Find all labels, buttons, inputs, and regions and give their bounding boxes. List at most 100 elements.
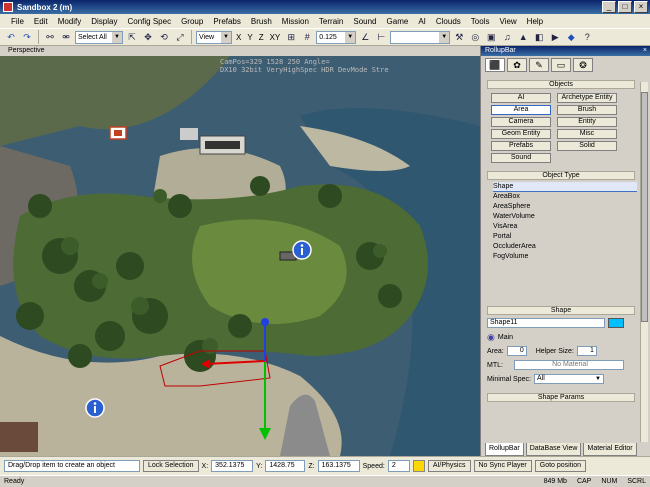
axis-x-button[interactable]: X bbox=[234, 33, 243, 42]
close-button[interactable]: × bbox=[634, 1, 648, 13]
axis-z-button[interactable]: Z bbox=[257, 33, 266, 42]
tab-material-editor[interactable]: Material Editor bbox=[583, 443, 637, 456]
object-type-section-header[interactable]: Object Type bbox=[487, 171, 635, 180]
select-icon[interactable]: ⇱ bbox=[125, 30, 139, 44]
menu-edit[interactable]: Edit bbox=[29, 17, 53, 26]
z-coord-input[interactable]: 163.1375 bbox=[317, 460, 360, 472]
menu-tools[interactable]: Tools bbox=[466, 17, 495, 26]
object-geom-entity-button[interactable]: Geom Entity bbox=[491, 129, 551, 139]
list-item[interactable]: Portal bbox=[493, 232, 637, 242]
object-prefabs-button[interactable]: Prefabs bbox=[491, 141, 551, 151]
rollup-scrollbar[interactable] bbox=[640, 82, 648, 442]
menu-view[interactable]: View bbox=[494, 17, 521, 26]
object-misc-button[interactable]: Misc bbox=[557, 129, 617, 139]
display-tab-icon[interactable]: ▭ bbox=[551, 58, 571, 72]
lock-selection-button[interactable]: Lock Selection bbox=[143, 460, 199, 472]
shape-params-section-header[interactable]: Shape Params bbox=[487, 393, 635, 402]
redo-icon[interactable]: ↷ bbox=[20, 30, 34, 44]
no-sync-player-button[interactable]: No Sync Player bbox=[473, 460, 532, 472]
angle-snap-icon[interactable]: ∠ bbox=[358, 30, 372, 44]
axis-y-button[interactable]: Y bbox=[245, 33, 254, 42]
object-archetype-entity-button[interactable]: Archetype Entity bbox=[557, 93, 617, 103]
list-item[interactable]: VisArea bbox=[493, 222, 637, 232]
link-icon[interactable]: ⚯ bbox=[43, 30, 57, 44]
object-brush-button[interactable]: Brush bbox=[557, 105, 617, 115]
game-icon[interactable]: ▶ bbox=[548, 30, 562, 44]
info-helper-icon[interactable] bbox=[292, 240, 312, 260]
mesh-icon[interactable]: ◆ bbox=[564, 30, 578, 44]
terrain-tab-icon[interactable]: ✿ bbox=[507, 58, 527, 72]
scrollbar-thumb[interactable] bbox=[641, 92, 648, 322]
selection-combo[interactable]: Select All ▼ bbox=[75, 30, 123, 44]
object-camera-button[interactable]: Camera bbox=[491, 117, 551, 127]
minimize-button[interactable]: _ bbox=[602, 1, 616, 13]
menu-config-spec[interactable]: Config Spec bbox=[122, 17, 176, 26]
undo-icon[interactable]: ↶ bbox=[4, 30, 18, 44]
unlink-icon[interactable]: ⚮ bbox=[59, 30, 73, 44]
named-selection-combo[interactable]: ▼ bbox=[390, 30, 451, 44]
modeling-tab-icon[interactable]: ✎ bbox=[529, 58, 549, 72]
menu-file[interactable]: File bbox=[6, 17, 29, 26]
perspective-viewport[interactable]: CamPos=329 1528 250 Angle= DX10 32bit Ve… bbox=[0, 56, 480, 456]
shape-name-input[interactable]: Shape11 bbox=[487, 318, 605, 328]
menu-prefabs[interactable]: Prefabs bbox=[208, 17, 246, 26]
grid-snap-icon[interactable]: # bbox=[300, 30, 314, 44]
list-item[interactable]: WaterVolume bbox=[493, 212, 637, 222]
entity-helper-icon[interactable] bbox=[109, 126, 127, 140]
ai-physics-button[interactable]: AI/Physics bbox=[427, 460, 471, 472]
viewport-header[interactable]: Perspective bbox=[0, 46, 480, 56]
menu-help[interactable]: Help bbox=[522, 17, 548, 26]
menu-sound[interactable]: Sound bbox=[348, 17, 381, 26]
list-item[interactable]: OccluderArea bbox=[493, 242, 637, 252]
x-coord-input[interactable]: 352.1375 bbox=[211, 460, 254, 472]
tab-rollupbar[interactable]: RollupBar bbox=[485, 443, 524, 456]
help-icon[interactable]: ? bbox=[580, 30, 594, 44]
list-item[interactable]: AreaBox bbox=[493, 192, 637, 202]
y-coord-input[interactable]: 1428.75 bbox=[265, 460, 306, 472]
axis-xy-button[interactable]: XY bbox=[268, 33, 283, 42]
menu-mission[interactable]: Mission bbox=[277, 17, 314, 26]
object-ai-button[interactable]: AI bbox=[491, 93, 551, 103]
object-area-button[interactable]: Area bbox=[491, 105, 551, 115]
close-icon[interactable]: × bbox=[643, 46, 647, 56]
objects-tab-icon[interactable]: ⬛ bbox=[485, 58, 505, 72]
minimal-spec-select[interactable]: All ▼ bbox=[533, 374, 604, 384]
ruler-icon[interactable]: ⊢ bbox=[374, 30, 388, 44]
helper-size-spinner[interactable]: 1 bbox=[576, 346, 597, 356]
list-item[interactable]: FogVolume bbox=[493, 252, 637, 262]
coordinate-system-combo[interactable]: View ▼ bbox=[196, 30, 232, 44]
snap-value-combo[interactable]: 0.125 ▼ bbox=[316, 30, 357, 44]
objects-section-header[interactable]: Objects bbox=[487, 80, 635, 89]
sound-icon[interactable]: ♫ bbox=[500, 30, 514, 44]
object-entity-button[interactable]: Entity bbox=[557, 117, 617, 127]
object-solid-button[interactable]: Solid bbox=[557, 141, 617, 151]
menu-terrain[interactable]: Terrain bbox=[314, 17, 348, 26]
area-spinner[interactable]: 0 bbox=[506, 346, 527, 356]
object-sound-button[interactable]: Sound bbox=[491, 153, 551, 163]
menu-brush[interactable]: Brush bbox=[246, 17, 277, 26]
menu-clouds[interactable]: Clouds bbox=[431, 17, 466, 26]
rotate-icon[interactable]: ⟲ bbox=[157, 30, 171, 44]
terrain-snap-icon[interactable]: ⊞ bbox=[284, 30, 298, 44]
tab-database-view[interactable]: DataBase View bbox=[525, 443, 582, 456]
scale-icon[interactable]: ⤢ bbox=[173, 30, 187, 44]
material-button[interactable]: No Material bbox=[514, 360, 624, 370]
display-icon[interactable]: ▣ bbox=[484, 30, 498, 44]
menu-display[interactable]: Display bbox=[86, 17, 122, 26]
maximize-button[interactable]: □ bbox=[618, 1, 632, 13]
menu-modify[interactable]: Modify bbox=[53, 17, 87, 26]
list-item[interactable]: Shape bbox=[493, 182, 637, 192]
shape-color-swatch[interactable] bbox=[608, 318, 624, 328]
menu-group[interactable]: Group bbox=[176, 17, 208, 26]
menu-ai[interactable]: AI bbox=[413, 17, 431, 26]
speed-input[interactable]: 2 bbox=[387, 460, 410, 472]
tool-icon[interactable]: ⚒ bbox=[452, 30, 466, 44]
shape-section-header[interactable]: Shape bbox=[487, 306, 635, 315]
layers-tab-icon[interactable]: ❂ bbox=[573, 58, 593, 72]
info-helper-icon[interactable] bbox=[85, 398, 105, 418]
terrain-icon[interactable]: ▲ bbox=[516, 30, 530, 44]
move-icon[interactable]: ✥ bbox=[141, 30, 155, 44]
layer-icon[interactable]: ◧ bbox=[532, 30, 546, 44]
terrain-follow-icon[interactable] bbox=[412, 460, 425, 472]
physics-icon[interactable]: ◎ bbox=[468, 30, 482, 44]
